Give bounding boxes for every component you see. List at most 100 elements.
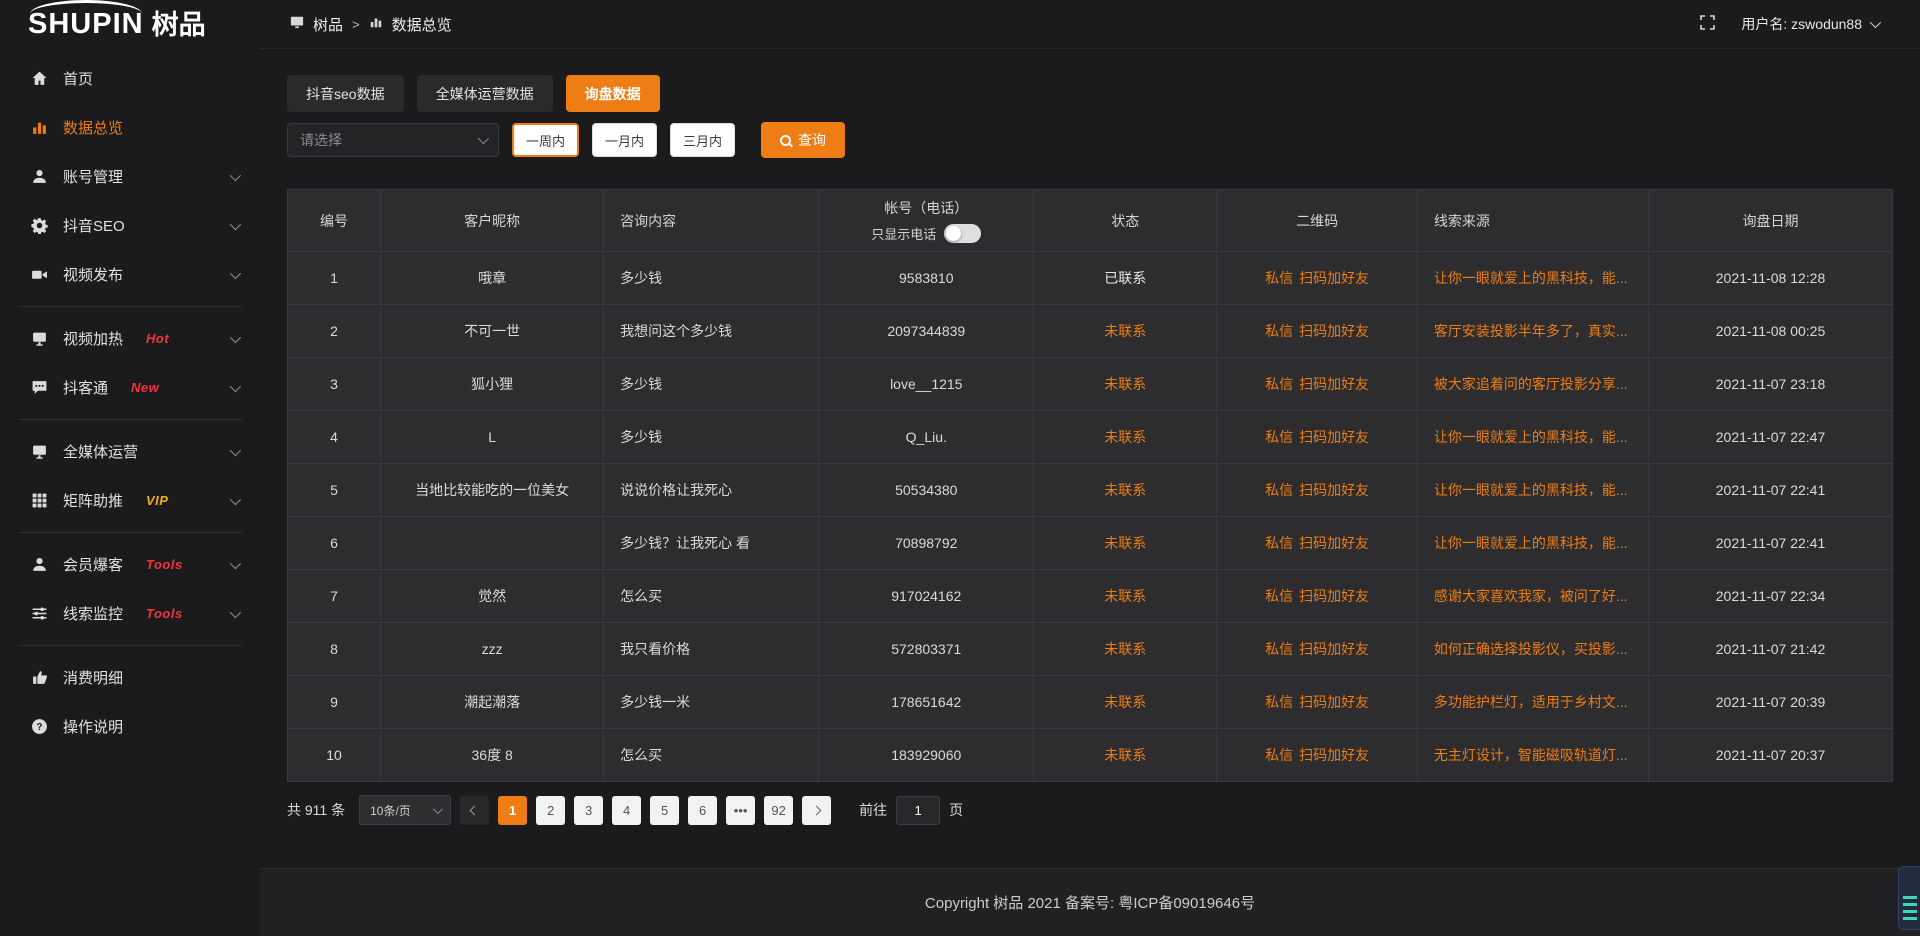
scan-add-friend-link[interactable]: 扫码加好友 [1299, 694, 1369, 710]
lead-source-link[interactable]: 感谢大家喜欢我家，被问了好... [1434, 588, 1628, 604]
breadcrumb-current: 数据总览 [392, 14, 452, 35]
lead-source-link[interactable]: 让你一眼就爱上的黑科技，能... [1434, 429, 1628, 445]
page-size-select[interactable]: 10条/页 [359, 795, 451, 825]
cell-qrcode: 私信扫码加好友 [1217, 729, 1418, 782]
sidebar-item-omnimedia[interactable]: 全媒体运营 [0, 427, 260, 476]
page-button-2[interactable]: 2 [536, 796, 565, 825]
private-message-link[interactable]: 私信 [1265, 694, 1293, 710]
period-week-button[interactable]: 一周内 [512, 123, 579, 157]
lead-source-link[interactable]: 被大家追着问的客厅投影分享... [1434, 376, 1628, 392]
next-page-button[interactable] [802, 796, 831, 825]
tab-omnimedia-data[interactable]: 全媒体运营数据 [417, 75, 553, 112]
page-button-5[interactable]: 5 [650, 796, 679, 825]
total-count-label: 共 911 条 [287, 800, 345, 820]
cell-account: love__1215 [819, 358, 1034, 411]
sliders-icon [30, 605, 48, 623]
sidebar-item-home[interactable]: 首页 [0, 54, 260, 103]
widget-lines-icon [1903, 896, 1917, 923]
private-message-link[interactable]: 私信 [1265, 482, 1293, 498]
cell-date: 2021-11-07 22:47 [1649, 411, 1893, 464]
period-quarter-button[interactable]: 三月内 [670, 123, 735, 157]
breadcrumb-root[interactable]: 树品 [313, 14, 343, 35]
tab-inquiry-data[interactable]: 询盘数据 [566, 75, 660, 112]
cell-date: 2021-11-07 22:41 [1649, 517, 1893, 570]
cell-no: 3 [288, 358, 381, 411]
lead-source-link[interactable]: 让你一眼就爱上的黑科技，能... [1434, 270, 1628, 286]
sidebar-item-member-leads[interactable]: 会员爆客 Tools [0, 540, 260, 589]
lead-source-link[interactable]: 客厅安装投影半年多了，真实... [1434, 323, 1628, 339]
period-month-button[interactable]: 一月内 [592, 123, 657, 157]
column-header-no: 编号 [288, 190, 381, 252]
private-message-link[interactable]: 私信 [1265, 535, 1293, 551]
chevron-down-icon [230, 606, 241, 617]
sidebar-item-instructions[interactable]: ? 操作说明 [0, 702, 260, 751]
page-button-92[interactable]: 92 [764, 796, 793, 825]
private-message-link[interactable]: 私信 [1265, 376, 1293, 392]
sidebar-item-douyin-seo[interactable]: 抖音SEO [0, 201, 260, 250]
sidebar-item-douketong[interactable]: 抖客通 New [0, 363, 260, 412]
username-label: 用户名: zswodun88 [1741, 14, 1862, 34]
sidebar-item-expense-detail[interactable]: 消费明细 [0, 653, 260, 702]
page-button-6[interactable]: 6 [688, 796, 717, 825]
lead-source-link[interactable]: 如何正确选择投影仪，买投影... [1434, 641, 1628, 657]
user-menu[interactable]: 用户名: zswodun88 [1741, 14, 1878, 34]
phone-only-toggle[interactable] [944, 224, 981, 243]
sidebar-item-video-heating[interactable]: 视频加热 Hot [0, 314, 260, 363]
scan-add-friend-link[interactable]: 扫码加好友 [1299, 429, 1369, 445]
more-pages-button[interactable]: ••• [726, 796, 755, 825]
tab-douyin-seo-data[interactable]: 抖音seo数据 [287, 75, 404, 112]
cell-content: 怎么买 [604, 729, 819, 782]
private-message-link[interactable]: 私信 [1265, 270, 1293, 286]
private-message-link[interactable]: 私信 [1265, 588, 1293, 604]
page-button-4[interactable]: 4 [612, 796, 641, 825]
cell-source: 让你一眼就爱上的黑科技，能... [1417, 252, 1648, 305]
private-message-link[interactable]: 私信 [1265, 747, 1293, 763]
scan-add-friend-link[interactable]: 扫码加好友 [1299, 482, 1369, 498]
cell-content: 多少钱？让我死心 看 [604, 517, 819, 570]
account-select[interactable]: 请选择 [287, 123, 499, 157]
status-badge: 未联系 [1034, 358, 1217, 411]
monitor-icon [30, 330, 48, 348]
lead-source-link[interactable]: 多功能护栏灯，适用于乡村文... [1434, 694, 1628, 710]
column-header-qrcode: 二维码 [1217, 190, 1418, 252]
cell-qrcode: 私信扫码加好友 [1217, 676, 1418, 729]
lead-source-link[interactable]: 让你一眼就爱上的黑科技，能... [1434, 535, 1628, 551]
scan-add-friend-link[interactable]: 扫码加好友 [1299, 323, 1369, 339]
cell-source: 客厅安装投影半年多了，真实... [1417, 305, 1648, 358]
cell-nickname: 36度 8 [381, 729, 604, 782]
lead-source-link[interactable]: 无主灯设计，智能磁吸轨道灯... [1434, 747, 1628, 763]
scan-add-friend-link[interactable]: 扫码加好友 [1299, 588, 1369, 604]
footer: Copyright 树品 2021 备案号: 粤ICP备09019646号 [260, 868, 1920, 936]
scan-add-friend-link[interactable]: 扫码加好友 [1299, 270, 1369, 286]
sidebar-item-data-overview[interactable]: 数据总览 [0, 103, 260, 152]
private-message-link[interactable]: 私信 [1265, 323, 1293, 339]
sidebar-item-video-publish[interactable]: 视频发布 [0, 250, 260, 299]
question-icon: ? [30, 718, 48, 736]
cell-no: 10 [288, 729, 381, 782]
sidebar-item-account-mgmt[interactable]: 账号管理 [0, 152, 260, 201]
cell-no: 7 [288, 570, 381, 623]
private-message-link[interactable]: 私信 [1265, 641, 1293, 657]
scan-add-friend-link[interactable]: 扫码加好友 [1299, 747, 1369, 763]
table-row: 2 不可一世 我想问这个多少钱 2097344839 未联系 私信扫码加好友 客… [288, 305, 1893, 358]
status-badge: 未联系 [1034, 676, 1217, 729]
cell-nickname: L [381, 411, 604, 464]
table-row: 8 zzz 我只看价格 572803371 未联系 私信扫码加好友 如何正确选择… [288, 623, 1893, 676]
logo-arc [30, 0, 142, 14]
floating-service-widget[interactable] [1898, 866, 1920, 930]
lead-source-link[interactable]: 让你一眼就爱上的黑科技，能... [1434, 482, 1628, 498]
chevron-down-icon [230, 331, 241, 342]
user-icon [30, 168, 48, 186]
scan-add-friend-link[interactable]: 扫码加好友 [1299, 535, 1369, 551]
sidebar-item-lead-monitor[interactable]: 线索监控 Tools [0, 589, 260, 638]
private-message-link[interactable]: 私信 [1265, 429, 1293, 445]
page-button-3[interactable]: 3 [574, 796, 603, 825]
goto-page-input[interactable] [896, 796, 940, 825]
fullscreen-icon[interactable] [1700, 15, 1715, 33]
scan-add-friend-link[interactable]: 扫码加好友 [1299, 641, 1369, 657]
scan-add-friend-link[interactable]: 扫码加好友 [1299, 376, 1369, 392]
sidebar-item-matrix-boost[interactable]: 矩阵助推 VIP [0, 476, 260, 525]
search-button[interactable]: 查询 [761, 122, 845, 158]
prev-page-button[interactable] [460, 796, 489, 825]
page-button-1[interactable]: 1 [498, 796, 527, 825]
